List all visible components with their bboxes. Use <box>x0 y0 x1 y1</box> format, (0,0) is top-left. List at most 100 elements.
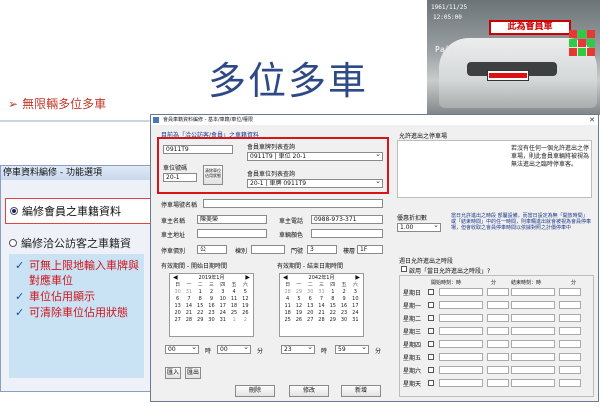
calendar-day[interactable]: 13 <box>305 303 316 310</box>
calendar-day[interactable]: 30 <box>338 317 349 324</box>
time-cell[interactable] <box>487 288 509 296</box>
time-cell[interactable] <box>487 353 509 361</box>
calendar-day[interactable]: 31 <box>350 317 361 324</box>
edit-button[interactable]: 修改 <box>289 385 329 397</box>
calendar-day[interactable]: 2 <box>206 289 217 296</box>
calendar-day[interactable]: 24 <box>217 310 228 317</box>
calendar-day[interactable]: 12 <box>240 296 251 303</box>
time-cell[interactable] <box>439 288 483 296</box>
phone-input[interactable]: 0988-973-371 <box>311 215 383 224</box>
calendar-day[interactable]: 25 <box>282 317 293 324</box>
time-cell[interactable] <box>559 366 581 374</box>
car-color-input[interactable] <box>311 229 383 238</box>
calendar-day[interactable]: 17 <box>350 303 361 310</box>
calendar-day[interactable]: 21 <box>316 310 327 317</box>
prev-month-icon[interactable]: ◀ <box>283 274 288 282</box>
time-cell[interactable] <box>559 340 581 348</box>
calendar-day[interactable]: 13 <box>172 303 183 310</box>
plate-input[interactable]: 0911T9 <box>163 145 233 154</box>
calendar-day[interactable]: 5 <box>293 296 304 303</box>
member-spot-select[interactable]: 20-1 | 車牌 0911T9 <box>247 179 383 188</box>
clear-spot-button[interactable]: 清除車位佔用狀態 <box>203 165 223 185</box>
calendar-day[interactable]: 1 <box>228 317 239 324</box>
calendar-day[interactable]: 3 <box>217 289 228 296</box>
calendar-day[interactable]: 1 <box>195 289 206 296</box>
calendar-day[interactable]: 25 <box>228 310 239 317</box>
import-button[interactable]: 匯入 <box>165 367 181 379</box>
option-edit-member-cars[interactable]: 編修會員之車籍資料 <box>5 198 155 224</box>
radio-icon[interactable] <box>9 239 17 247</box>
calendar-day[interactable]: 2 <box>240 317 251 324</box>
calendar-day[interactable]: 20 <box>172 310 183 317</box>
time-cell[interactable] <box>487 366 509 374</box>
calendar-day[interactable]: 9 <box>206 296 217 303</box>
radio-selected-icon[interactable] <box>10 207 18 215</box>
add-button[interactable]: 新增 <box>341 385 381 397</box>
time-cell[interactable] <box>511 366 555 374</box>
parking-name-input[interactable] <box>203 199 383 208</box>
owner-input[interactable]: 陳美榮 <box>197 215 267 224</box>
calendar-day[interactable]: 22 <box>195 310 206 317</box>
calendar-day[interactable]: 18 <box>228 303 239 310</box>
time-cell[interactable] <box>559 314 581 322</box>
calendar-day[interactable]: 28 <box>183 317 194 324</box>
calendar-day[interactable]: 3 <box>350 289 361 296</box>
tower-input[interactable] <box>251 245 285 254</box>
calendar-day[interactable]: 12 <box>293 303 304 310</box>
calendar-grid[interactable]: 日一二三四五六 28 29 30 31 1 2 3 4 5 6 7 8 9 10 11 12 13 14 15 16 17… <box>280 282 363 324</box>
calendar-day[interactable]: 30 <box>305 289 316 296</box>
next-month-icon[interactable]: ▶ <box>355 274 360 282</box>
time-cell[interactable] <box>559 327 581 335</box>
weekday-checkbox[interactable] <box>428 302 434 308</box>
calendar-day[interactable]: 1 <box>327 289 338 296</box>
calendar-day[interactable]: 10 <box>350 296 361 303</box>
calendar-day[interactable]: 9 <box>338 296 349 303</box>
time-cell[interactable] <box>511 353 555 361</box>
time-cell[interactable] <box>511 379 555 387</box>
time-cell[interactable] <box>487 379 509 387</box>
calendar-day[interactable]: 4 <box>228 289 239 296</box>
calendar-day[interactable]: 7 <box>316 296 327 303</box>
calendar-day[interactable]: 18 <box>282 310 293 317</box>
time-cell[interactable] <box>439 327 483 335</box>
export-button[interactable]: 匯出 <box>185 367 201 379</box>
end-hour-select[interactable]: 23 <box>281 345 315 354</box>
calendar-day[interactable]: 19 <box>240 303 251 310</box>
weekday-checkbox[interactable] <box>428 289 434 295</box>
calendar-day[interactable]: 14 <box>316 303 327 310</box>
start-hour-select[interactable]: 00 <box>165 345 199 354</box>
calendar-grid[interactable]: 日一二三四五六 30 31 1 2 3 4 5 6 7 8 9 10 11 12 13 14 15 16 17 18 19… <box>170 282 253 324</box>
calendar-day[interactable]: 30 <box>206 317 217 324</box>
discount-select[interactable]: 1.00 <box>397 223 441 232</box>
calendar-day[interactable]: 21 <box>183 310 194 317</box>
calendar-day[interactable]: 2 <box>338 289 349 296</box>
time-cell[interactable] <box>439 353 483 361</box>
spot-input[interactable]: 20-1 <box>163 173 197 182</box>
weekday-checkbox[interactable] <box>428 380 434 386</box>
rent-input[interactable]: 公 <box>197 245 227 254</box>
time-cell[interactable] <box>559 301 581 309</box>
time-cell[interactable] <box>511 301 555 309</box>
calendar-day[interactable]: 11 <box>282 303 293 310</box>
calendar-day[interactable]: 23 <box>338 310 349 317</box>
calendar-day[interactable]: 29 <box>195 317 206 324</box>
calendar-day[interactable]: 11 <box>228 296 239 303</box>
calendar-day[interactable]: 24 <box>350 310 361 317</box>
start-date-calendar[interactable]: ◀ 2019年1月 ▶ 日一二三四五六 30 31 1 2 3 4 5 6 7 8 9 10 11 12 13 14… <box>169 273 254 337</box>
calendar-day[interactable]: 30 <box>172 289 183 296</box>
calendar-day[interactable]: 6 <box>172 296 183 303</box>
calendar-day[interactable]: 26 <box>293 317 304 324</box>
time-cell[interactable] <box>439 340 483 348</box>
prev-month-icon[interactable]: ◀ <box>173 274 178 282</box>
calendar-day[interactable]: 23 <box>206 310 217 317</box>
time-cell[interactable] <box>511 314 555 322</box>
time-cell[interactable] <box>439 379 483 387</box>
calendar-day[interactable]: 16 <box>206 303 217 310</box>
time-cell[interactable] <box>487 340 509 348</box>
calendar-day[interactable]: 20 <box>305 310 316 317</box>
start-min-select[interactable]: 00 <box>217 345 251 354</box>
calendar-day[interactable]: 27 <box>172 317 183 324</box>
calendar-day[interactable]: 17 <box>217 303 228 310</box>
end-date-calendar[interactable]: ◀ 2042年1月 ▶ 日一二三四五六 28 29 30 31 1 2 3 4 5 6 7 8 9 10 11 12… <box>279 273 364 337</box>
calendar-day[interactable]: 4 <box>282 296 293 303</box>
